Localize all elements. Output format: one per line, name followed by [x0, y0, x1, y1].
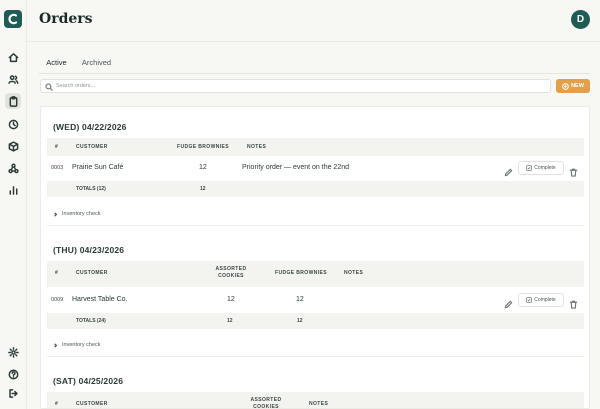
- table-row[interactable]: 0003 Prairie Sun Café 12 Priority order …: [47, 156, 584, 181]
- edit-icon[interactable]: [504, 164, 513, 177]
- fudge-brownies-qty: 12: [199, 164, 207, 171]
- logo-icon: [8, 13, 18, 25]
- check-square-icon: [526, 297, 533, 303]
- header-fudge-brownies: FUDGE BROWNIES: [177, 144, 229, 150]
- nav-help-icon[interactable]: [5, 366, 21, 382]
- order-id[interactable]: 0003: [51, 165, 63, 171]
- order-id[interactable]: 0009: [51, 297, 63, 303]
- nav-workflow-icon[interactable]: [5, 160, 21, 176]
- new-order-button[interactable]: NEW: [556, 79, 590, 93]
- assorted-cookies-qty: 12: [227, 296, 235, 303]
- nav-clock-icon[interactable]: [5, 116, 21, 132]
- chevron-right-icon: [54, 211, 58, 217]
- header-customer: CUSTOMER: [76, 270, 108, 276]
- nav-users-icon[interactable]: [5, 71, 21, 87]
- complete-label: Complete: [534, 297, 556, 303]
- totals-label: TOTALS (12): [76, 186, 106, 192]
- trash-icon[interactable]: [569, 164, 578, 177]
- app-logo[interactable]: [4, 10, 22, 28]
- table-header: # CUSTOMER ASSORTED COOKIES FUDGE BROWNI…: [47, 261, 584, 287]
- avatar[interactable]: D: [571, 10, 590, 29]
- customer-name: Prairie Sun Café: [72, 164, 124, 171]
- header-assorted-cookies: ASSORTED COOKIES: [215, 266, 247, 279]
- totals-row: TOTALS (12) 12: [47, 181, 584, 197]
- header-notes: NOTES: [247, 144, 267, 150]
- complete-button[interactable]: Complete: [518, 161, 564, 175]
- tabs-divider: [39, 73, 590, 74]
- nav-orders-icon[interactable]: [5, 93, 21, 109]
- inventory-check-label: Inventory check: [62, 211, 101, 217]
- header-number: #: [55, 270, 59, 276]
- complete-label: Complete: [534, 165, 556, 171]
- orders-list: (WED) 04/22/2026 # CUSTOMER FUDGE BROWNI…: [40, 106, 590, 409]
- nav-logout-icon[interactable]: [5, 385, 21, 401]
- header-customer: CUSTOMER: [76, 144, 108, 150]
- totals-row: TOTALS (24) 12 12: [47, 313, 584, 329]
- table-row[interactable]: 0009 Harvest Table Co. 12 12 Complete: [47, 287, 584, 312]
- header-notes: NOTES: [344, 270, 364, 276]
- nav-box-icon[interactable]: [5, 138, 21, 154]
- group-divider: [47, 356, 584, 357]
- customer-name: Harvest Table Co.: [72, 296, 128, 303]
- group-date-title: (SAT) 04/25/2026: [53, 376, 124, 386]
- order-notes: Priority order — event on the 22nd: [242, 164, 350, 171]
- top-bar: Orders D: [27, 0, 600, 42]
- check-square-icon: [526, 165, 533, 171]
- group-date-title: (THU) 04/23/2026: [53, 245, 125, 255]
- header-number: #: [55, 144, 59, 150]
- nav-home-icon[interactable]: [5, 49, 21, 65]
- tab-archived[interactable]: Archived: [79, 54, 114, 74]
- inventory-check-toggle[interactable]: Inventory check: [53, 340, 101, 350]
- totals-fudge-brownies: 12: [297, 318, 303, 324]
- header-number: #: [55, 401, 59, 407]
- nav-settings-icon[interactable]: [5, 344, 21, 360]
- new-button-label: NEW: [571, 83, 584, 89]
- inventory-check-toggle[interactable]: Inventory check: [53, 209, 101, 219]
- chevron-right-icon: [54, 342, 58, 348]
- totals-fudge-brownies: 12: [200, 186, 206, 192]
- search-icon: [45, 82, 53, 91]
- inventory-check-label: Inventory check: [62, 342, 101, 348]
- search-bar: [40, 79, 551, 93]
- totals-assorted-cookies: 12: [227, 318, 233, 324]
- edit-icon[interactable]: [504, 296, 513, 309]
- sidebar: [0, 0, 27, 409]
- nav-chart-icon[interactable]: [5, 182, 21, 198]
- complete-button[interactable]: Complete: [518, 293, 564, 307]
- header-customer: CUSTOMER: [76, 401, 108, 407]
- table-header: # CUSTOMER FUDGE BROWNIES NOTES: [47, 138, 584, 156]
- page-title: Orders: [39, 11, 93, 27]
- group-divider: [47, 225, 584, 226]
- totals-label: TOTALS (24): [76, 318, 106, 324]
- trash-icon[interactable]: [569, 296, 578, 309]
- table-header: # CUSTOMER ASSORTED COOKIES NOTES: [47, 392, 584, 409]
- plus-circle-icon: [562, 82, 569, 90]
- group-date-title: (WED) 04/22/2026: [53, 122, 127, 132]
- fudge-brownies-qty: 12: [296, 296, 304, 303]
- tab-active[interactable]: Active: [39, 54, 74, 74]
- header-notes: NOTES: [309, 401, 329, 407]
- header-assorted-cookies: ASSORTED COOKIES: [250, 397, 282, 409]
- header-fudge-brownies: FUDGE BROWNIES: [275, 270, 327, 276]
- search-input[interactable]: [56, 80, 546, 92]
